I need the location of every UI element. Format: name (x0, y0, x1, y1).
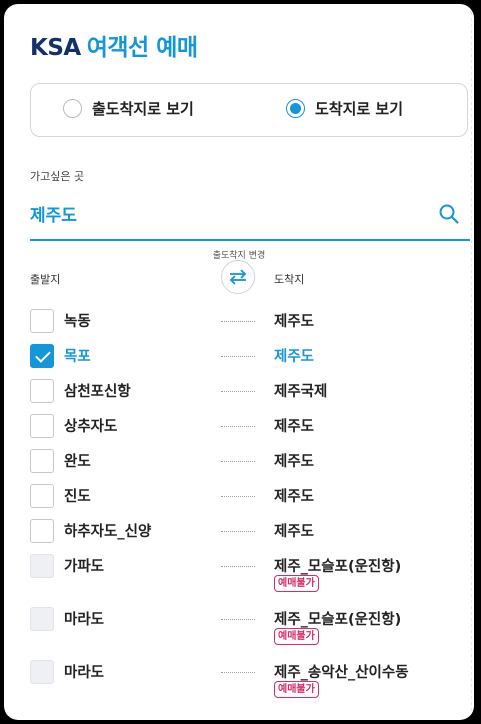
radio-circle (63, 99, 82, 118)
destination-input[interactable]: 제주도 (30, 201, 77, 226)
route-checkbox (30, 660, 54, 684)
route-checkbox[interactable] (30, 379, 54, 403)
route-checkbox[interactable] (30, 309, 54, 333)
route-arrival: 제주도 (274, 349, 315, 365)
swap-arrows-icon (229, 269, 247, 285)
swap-button[interactable] (221, 260, 255, 294)
route-arrival: 제주도 (274, 454, 315, 470)
route-row[interactable]: 목포 제주도 (4, 344, 474, 380)
page-title: KSA 여객선 예매 (30, 28, 198, 62)
route-row[interactable]: 삼천포신항 제주국제 (4, 379, 474, 415)
scrollbar[interactable] (469, 12, 474, 712)
route-arrival: 제주도 (274, 524, 315, 540)
route-checkbox[interactable] (30, 344, 54, 368)
route-departure: 완도 (64, 454, 91, 470)
route-departure: 진도 (64, 489, 91, 505)
route-arrival: 제주도 (274, 419, 315, 435)
radio-arrival-view[interactable]: 도착지로 보기 (286, 98, 403, 119)
route-departure: 삼천포신항 (64, 384, 131, 400)
radio-label: 출도착지로 보기 (92, 100, 194, 118)
route-row: 가파도 제주_모슬포(운진항) 예매불가 (4, 554, 474, 592)
view-mode-selector: 출도착지로 보기 도착지로 보기 (30, 83, 468, 137)
search-icon[interactable] (438, 203, 460, 225)
route-checkbox[interactable] (30, 449, 54, 473)
route-checkbox (30, 607, 54, 631)
route-departure: 목포 (64, 349, 91, 365)
route-row[interactable]: 하추자도_신양 제주도 (4, 519, 474, 555)
route-connector (221, 391, 255, 392)
route-connector (221, 321, 255, 322)
destination-underline (30, 239, 470, 241)
brand-name: KSA (30, 35, 81, 61)
route-connector (221, 619, 255, 620)
route-connector (221, 496, 255, 497)
unavailable-badge: 예매불가 (274, 575, 319, 592)
page-subtitle: 여객선 예매 (86, 35, 198, 61)
route-connector (221, 566, 255, 567)
route-row[interactable]: 완도 제주도 (4, 449, 474, 485)
route-arrival: 제주도 (274, 489, 315, 505)
route-connector (221, 426, 255, 427)
route-arrival: 제주국제 (274, 384, 328, 400)
route-connector (221, 356, 255, 357)
route-departure: 하추자도_신양 (64, 524, 152, 540)
route-arrival: 제주도 (274, 314, 315, 330)
route-arrival: 제주_모슬포(운진항) (274, 559, 402, 575)
route-connector (221, 531, 255, 532)
destination-label: 가고싶은 곳 (30, 170, 85, 183)
radio-label: 도착지로 보기 (315, 100, 404, 118)
route-row[interactable]: 진도 제주도 (4, 484, 474, 520)
route-checkbox (30, 554, 54, 578)
route-departure: 상추자도 (64, 419, 118, 435)
route-departure: 마라도 (64, 665, 105, 681)
route-arrival: 제주_모슬포(운진항) (274, 612, 402, 628)
route-checkbox[interactable] (30, 414, 54, 438)
route-connector (221, 672, 255, 673)
radio-departure-arrival-view[interactable]: 출도착지로 보기 (63, 98, 194, 119)
radio-circle (286, 99, 305, 118)
departure-column-header: 출발지 (30, 273, 61, 286)
route-row: 마라도 제주_모슬포(운진항) 예매불가 (4, 607, 474, 645)
booking-panel: KSA 여객선 예매 출도착지로 보기 도착지로 보기 가고싶은 곳 제주도 출도… (4, 4, 474, 720)
route-checkbox[interactable] (30, 484, 54, 508)
route-row: 마라도 제주_송악산_산이수동 예매불가 (4, 660, 474, 698)
unavailable-badge: 예매불가 (274, 681, 319, 698)
route-connector (221, 461, 255, 462)
route-row[interactable]: 녹동 제주도 (4, 309, 474, 345)
route-arrival: 제주_송악산_산이수동 (274, 665, 409, 681)
arrival-column-header: 도착지 (274, 273, 305, 286)
route-departure: 가파도 (64, 559, 105, 575)
route-departure: 녹동 (64, 314, 91, 330)
route-row[interactable]: 상추자도 제주도 (4, 414, 474, 450)
route-checkbox[interactable] (30, 519, 54, 543)
unavailable-badge: 예매불가 (274, 628, 319, 645)
route-departure: 마라도 (64, 612, 105, 628)
